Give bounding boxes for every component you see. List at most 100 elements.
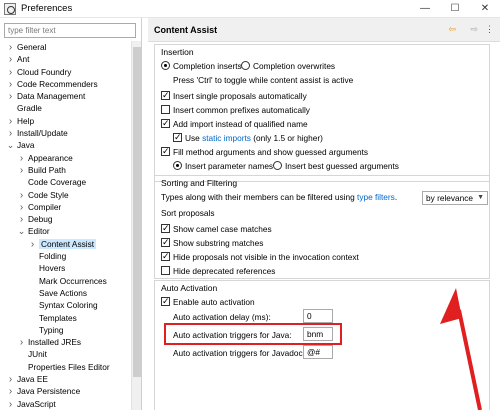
sidebar-item[interactable]: ⌄ Editor: [0, 225, 132, 237]
checkbox-checked-icon[interactable]: [161, 89, 170, 101]
close-button[interactable]: ✕: [470, 0, 500, 18]
sidebar-item-label: Cloud Foundry: [17, 66, 72, 77]
sidebar-item[interactable]: › Code Recommenders: [0, 78, 132, 90]
sidebar-item-label: Code Coverage: [28, 177, 87, 188]
sidebar-item[interactable]: › Ant: [0, 53, 132, 65]
view-menu-icon[interactable]: ⋮: [485, 24, 494, 35]
checkbox-unchecked-icon[interactable]: [161, 266, 170, 275]
sidebar-item-label: JUnit: [28, 349, 47, 360]
sidebar-item[interactable]: Code Coverage: [0, 176, 132, 188]
insert-best-guessed-radio[interactable]: Insert best guessed arguments: [273, 160, 399, 172]
add-import-checkbox[interactable]: Add import instead of qualified name: [161, 117, 308, 130]
sidebar-item[interactable]: › General: [0, 41, 132, 53]
javadoc-triggers-label: Auto activation triggers for Javadoc:: [173, 348, 305, 358]
checkbox-checked-icon[interactable]: [161, 222, 170, 234]
checkbox-checked-icon[interactable]: [161, 117, 170, 129]
sidebar-item[interactable]: › Build Path: [0, 164, 132, 176]
show-camel-checkbox[interactable]: Show camel case matches: [161, 222, 272, 235]
hide-deprecated-checkbox[interactable]: Hide deprecated references: [161, 265, 275, 277]
javadoc-triggers-input[interactable]: @#: [303, 345, 333, 359]
radio-checked-icon[interactable]: [161, 61, 170, 70]
sidebar-item[interactable]: › Install/Update: [0, 127, 132, 139]
sidebar-item[interactable]: › Java EE: [0, 373, 132, 385]
sidebar-item[interactable]: Properties Files Editor: [0, 361, 132, 373]
fill-method-checkbox[interactable]: Fill method arguments and show guessed a…: [161, 145, 368, 158]
filter-input[interactable]: [4, 23, 136, 38]
sidebar-item-label: Templates: [39, 312, 77, 323]
sort-proposals-select[interactable]: by relevance ▼: [422, 191, 488, 205]
sidebar-item[interactable]: › Content Assist: [0, 238, 132, 250]
sidebar-item-label: Help: [17, 115, 35, 126]
maximize-button[interactable]: ☐: [440, 0, 470, 18]
checkbox-checked-icon[interactable]: [161, 236, 170, 248]
sidebar-item[interactable]: › Debug: [0, 213, 132, 225]
sidebar-item[interactable]: › Help: [0, 115, 132, 127]
checkbox-checked-icon[interactable]: [161, 145, 170, 157]
scrollbar-thumb[interactable]: [133, 47, 141, 377]
sidebar-item[interactable]: › Data Management: [0, 90, 132, 102]
show-substring-checkbox[interactable]: Show substring matches: [161, 236, 263, 249]
sidebar-item-label: Mark Occurrences: [39, 275, 107, 286]
sidebar-item[interactable]: Mark Occurrences: [0, 275, 132, 287]
sidebar-item-label: Content Assist: [39, 238, 97, 249]
type-filters-link[interactable]: type filters: [357, 192, 395, 202]
sidebar-item[interactable]: › Appearance: [0, 152, 132, 164]
page-title: Content Assist: [154, 25, 218, 35]
eclipse-icon: [4, 3, 16, 15]
hide-proposals-checkbox[interactable]: Hide proposals not visible in the invoca…: [161, 250, 359, 263]
sidebar-item[interactable]: › Compiler: [0, 201, 132, 213]
sidebar-item-label: Hovers: [39, 263, 66, 274]
radio-unchecked-icon[interactable]: [241, 61, 250, 70]
insertion-group: Insertion Completion inserts Completion …: [154, 44, 490, 182]
sidebar-item[interactable]: › Installed JREs: [0, 336, 132, 348]
content-assist-page: Content Assist ⇦ ⇨ ⋮ Insertion Completio…: [148, 18, 500, 410]
completion-inserts-radio[interactable]: Completion inserts: [161, 60, 242, 72]
chevron-right-icon[interactable]: ›: [6, 399, 15, 411]
sidebar-item[interactable]: Hovers: [0, 262, 132, 274]
sidebar-item[interactable]: › JavaScript: [0, 398, 132, 410]
radio-checked-icon[interactable]: [173, 161, 182, 170]
sidebar-item-label: Install/Update: [17, 128, 68, 139]
red-arrow-annotation: [440, 288, 482, 410]
enable-auto-activation-checkbox[interactable]: Enable auto activation: [161, 295, 255, 308]
insert-param-names-radio[interactable]: Insert parameter names: [173, 160, 273, 172]
type-filters-text: Types along with their members can be fi…: [161, 192, 398, 202]
sidebar-item[interactable]: Syntax Coloring: [0, 299, 132, 311]
sidebar-item-label: Typing: [39, 324, 64, 335]
chevron-down-icon[interactable]: ⌄: [17, 225, 26, 237]
insert-common-checkbox[interactable]: Insert common prefixes automatically: [161, 104, 310, 116]
checkbox-unchecked-icon[interactable]: [161, 105, 170, 114]
checkbox-checked-icon[interactable]: [161, 295, 170, 307]
sidebar-item[interactable]: JUnit: [0, 348, 132, 360]
sidebar-item[interactable]: ⌄ Java: [0, 139, 132, 151]
sidebar-item[interactable]: Save Actions: [0, 287, 132, 299]
radio-unchecked-icon[interactable]: [273, 161, 282, 170]
chevron-down-icon[interactable]: ⌄: [6, 139, 15, 151]
java-triggers-highlight: [164, 323, 342, 345]
sidebar-item-label: Folding: [39, 251, 67, 262]
completion-overwrites-radio[interactable]: Completion overwrites: [241, 60, 335, 72]
sidebar-item[interactable]: › Code Style: [0, 189, 132, 201]
sidebar-item[interactable]: Gradle: [0, 102, 132, 114]
sorting-filtering-group: Sorting and Filtering Types along with t…: [154, 175, 490, 279]
checkbox-checked-icon[interactable]: [161, 250, 170, 262]
minimize-button[interactable]: —: [410, 0, 440, 18]
sidebar-item-label: Ant: [17, 54, 30, 65]
sidebar-item[interactable]: Typing: [0, 324, 132, 336]
sidebar-item[interactable]: Folding: [0, 250, 132, 262]
forward-arrow-icon[interactable]: ⇨: [470, 24, 478, 35]
sidebar-item[interactable]: Templates: [0, 312, 132, 324]
delay-input[interactable]: 0: [303, 309, 333, 323]
toggle-hint: Press 'Ctrl' to toggle while content ass…: [173, 75, 354, 85]
sidebar-scrollbar[interactable]: [131, 41, 141, 410]
use-static-imports-checkbox[interactable]: Use static imports (only 1.5 or higher): [173, 131, 323, 144]
sidebar-item[interactable]: › Cloud Foundry: [0, 66, 132, 78]
checkbox-checked-icon[interactable]: [173, 131, 182, 143]
insertion-title: Insertion: [161, 47, 194, 57]
sidebar-item-label: Java Persistence: [17, 386, 81, 397]
static-imports-link[interactable]: static imports: [202, 133, 251, 143]
sidebar-item-label: Java: [17, 140, 35, 151]
sidebar-item[interactable]: › Java Persistence: [0, 385, 132, 397]
back-arrow-icon[interactable]: ⇦: [448, 24, 456, 35]
insert-single-checkbox[interactable]: Insert single proposals automatically: [161, 89, 307, 102]
